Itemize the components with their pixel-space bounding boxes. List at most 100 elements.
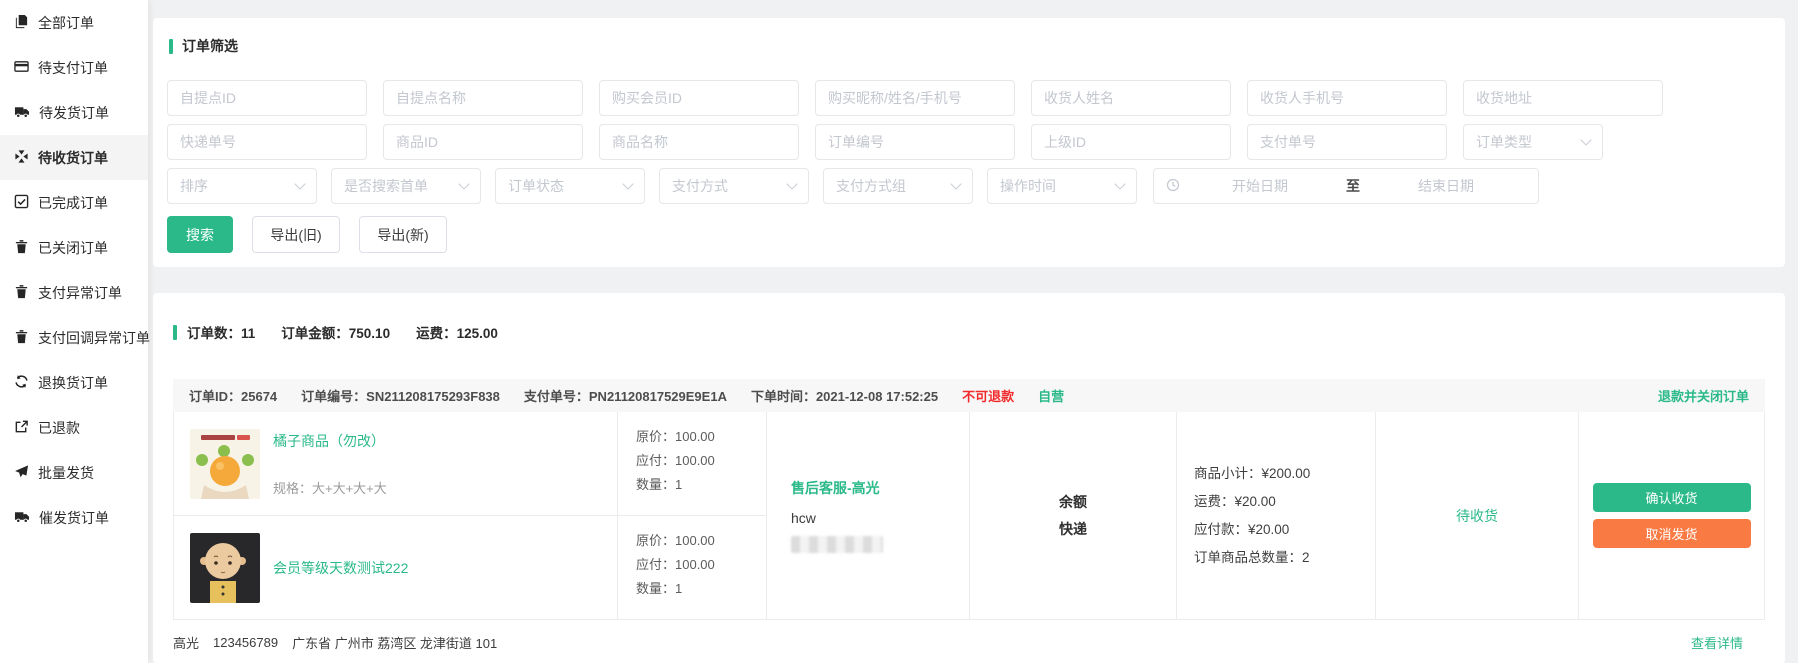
sidebar-item-pending-payment[interactable]: 待支付订单 xyxy=(0,45,148,90)
sidebar-item-label: 退换货订单 xyxy=(38,373,108,393)
status-badge: 待收货 xyxy=(1456,506,1498,526)
sidebar-item-callback-error[interactable]: 支付回调异常订单 xyxy=(0,315,148,360)
order-id-text: 订单ID：25674 xyxy=(189,386,277,405)
payment-method-balance: 余额 xyxy=(1059,489,1087,516)
payment-method-select[interactable]: 支付方式 xyxy=(659,168,809,204)
filter-buttons-row: 搜索 导出(旧) 导出(新) xyxy=(167,216,1769,261)
parent-id-input[interactable] xyxy=(1031,124,1231,160)
pending-shipment-icon xyxy=(14,104,30,122)
sidebar-item-returns[interactable]: 退换货订单 xyxy=(0,360,148,405)
receiver-phone-input[interactable] xyxy=(1247,80,1447,116)
sidebar-item-all-orders[interactable]: 全部订单 xyxy=(0,0,148,45)
order-no-text: 订单编号：SN211208175293F838 xyxy=(301,386,500,405)
order-time-text: 下单时间：2021-12-08 17:52:25 xyxy=(751,386,938,405)
products-column: 橘子商品（勿改） 规格：大+大+大+大 原价：100.00 应付：100.00 … xyxy=(174,412,766,619)
date-range-picker[interactable]: 开始日期 至 结束日期 xyxy=(1153,168,1539,204)
chevron-down-icon xyxy=(950,178,961,189)
chevron-down-icon xyxy=(294,178,305,189)
product-info-cell: 会员等级天数测试222 xyxy=(174,516,617,620)
end-date-placeholder[interactable]: 结束日期 xyxy=(1366,176,1526,196)
callback-error-icon xyxy=(14,329,29,347)
first-order-select[interactable]: 是否搜索首单 xyxy=(331,168,481,204)
sidebar-item-closed-orders[interactable]: 已关闭订单 xyxy=(0,225,148,270)
search-button[interactable]: 搜索 xyxy=(167,216,233,253)
main-content: 订单筛选 订单类型 xyxy=(148,0,1798,663)
product-text-block: 橘子商品（勿改） 规格：大+大+大+大 xyxy=(273,429,387,499)
chevron-down-icon xyxy=(622,178,633,189)
sidebar: 全部订单 待支付订单 待发货订单 待收货订单 已完成订单 已关闭订单 支付异常订… xyxy=(0,0,148,663)
self-operated-badge: 自营 xyxy=(1038,386,1064,405)
sidebar-item-label: 全部订单 xyxy=(38,13,94,33)
quantity-text: 数量：1 xyxy=(636,577,766,601)
sort-select[interactable]: 排序 xyxy=(167,168,317,204)
doll-product-image[interactable] xyxy=(190,533,260,603)
product-text-block: 会员等级天数测试222 xyxy=(273,533,408,603)
chevron-down-icon xyxy=(1114,178,1125,189)
returns-icon xyxy=(14,374,29,392)
payment-method-column: 余额 快递 xyxy=(969,412,1176,619)
freight-text: 运费：¥20.00 xyxy=(1194,488,1276,516)
payable-price-text: 应付：100.00 xyxy=(636,553,766,577)
sidebar-item-pending-shipment[interactable]: 待发货订单 xyxy=(0,90,148,135)
quantity-text: 数量：1 xyxy=(636,473,766,497)
original-price-text: 原价：100.00 xyxy=(636,425,766,449)
payment-no-input[interactable] xyxy=(1247,124,1447,160)
section-accent-bar xyxy=(169,39,173,54)
sidebar-item-pending-receipt[interactable]: 待收货订单 xyxy=(0,135,148,180)
product-row: 橘子商品（勿改） 规格：大+大+大+大 原价：100.00 应付：100.00 … xyxy=(174,412,766,516)
sidebar-item-batch-ship[interactable]: 批量发货 xyxy=(0,450,148,495)
sidebar-item-label: 已关闭订单 xyxy=(38,238,108,258)
product-info-cell: 橘子商品（勿改） 规格：大+大+大+大 xyxy=(174,412,617,515)
product-spec-text: 规格：大+大+大+大 xyxy=(273,478,387,497)
order-status-select[interactable]: 订单状态 xyxy=(495,168,645,204)
product-id-input[interactable] xyxy=(383,124,583,160)
filter-row-3: 排序 是否搜索首单 订单状态 支付方式 支付方式组 操作时间 开始日期 至 结束… xyxy=(167,168,1769,204)
operation-time-select[interactable]: 操作时间 xyxy=(987,168,1137,204)
cancel-shipment-button[interactable]: 取消发货 xyxy=(1593,519,1751,548)
export-old-button[interactable]: 导出(旧) xyxy=(252,216,340,253)
receiver-name-input[interactable] xyxy=(1031,80,1231,116)
export-new-button[interactable]: 导出(新) xyxy=(359,216,447,253)
receiver-address-text: 广东省 广州市 荔湾区 龙津街道 101 xyxy=(292,633,497,652)
product-name-link[interactable]: 橘子商品（勿改） xyxy=(273,431,387,451)
payment-group-select[interactable]: 支付方式组 xyxy=(823,168,973,204)
refund-close-order-link[interactable]: 退款并关闭订单 xyxy=(1658,386,1749,405)
product-name-input[interactable] xyxy=(599,124,799,160)
buyer-nickname-input[interactable] xyxy=(815,80,1015,116)
order-no-input[interactable] xyxy=(815,124,1015,160)
sidebar-item-label: 支付回调异常订单 xyxy=(38,328,150,348)
batch-ship-icon xyxy=(14,464,29,482)
start-date-placeholder[interactable]: 开始日期 xyxy=(1180,176,1340,196)
filter-section-title: 订单筛选 xyxy=(169,36,1769,56)
sidebar-item-label: 已完成订单 xyxy=(38,193,108,213)
view-details-link[interactable]: 查看详情 xyxy=(1691,633,1743,652)
order-count-stat: 订单数：11 xyxy=(187,322,255,342)
order-type-select[interactable]: 订单类型 xyxy=(1463,124,1603,160)
orange-product-image[interactable] xyxy=(190,429,260,499)
completed-orders-icon xyxy=(14,194,29,212)
receiver-name-text: 高光 xyxy=(173,633,199,652)
order-amount-column: 商品小计：¥200.00 运费：¥20.00 应付款：¥20.00 订单商品总数… xyxy=(1176,412,1375,619)
confirm-receipt-button[interactable]: 确认收货 xyxy=(1593,483,1751,512)
sidebar-item-label: 待收货订单 xyxy=(38,148,108,168)
pickup-name-input[interactable] xyxy=(383,80,583,116)
orders-summary-items: 订单数：11 订单金额：750.10 运费：125.00 xyxy=(187,322,498,342)
order-freight-stat: 运费：125.00 xyxy=(416,322,498,342)
order-admin-app: 全部订单 待支付订单 待发货订单 待收货订单 已完成订单 已关闭订单 支付异常订… xyxy=(0,0,1798,663)
tracking-no-input[interactable] xyxy=(167,124,367,160)
sidebar-item-label: 待发货订单 xyxy=(39,103,109,123)
pending-payment-icon xyxy=(14,59,29,77)
receiver-address-input[interactable] xyxy=(1463,80,1663,116)
pickup-id-input[interactable] xyxy=(167,80,367,116)
buyer-member-id-input[interactable] xyxy=(599,80,799,116)
orders-list-card: 订单数：11 订单金额：750.10 运费：125.00 订单ID：25674 … xyxy=(153,293,1785,663)
after-sales-service-column: 售后客服-高光 hcw xyxy=(766,412,969,619)
sidebar-item-refunded[interactable]: 已退款 xyxy=(0,405,148,450)
sidebar-item-payment-error[interactable]: 支付异常订单 xyxy=(0,270,148,315)
sidebar-item-completed-orders[interactable]: 已完成订单 xyxy=(0,180,148,225)
product-name-link[interactable]: 会员等级天数测试222 xyxy=(273,558,408,578)
payable-text: 应付款：¥20.00 xyxy=(1194,516,1289,544)
censored-phone-blur xyxy=(791,536,883,553)
sidebar-item-urge-ship[interactable]: 催发货订单 xyxy=(0,495,148,540)
section-accent-bar xyxy=(173,325,177,340)
